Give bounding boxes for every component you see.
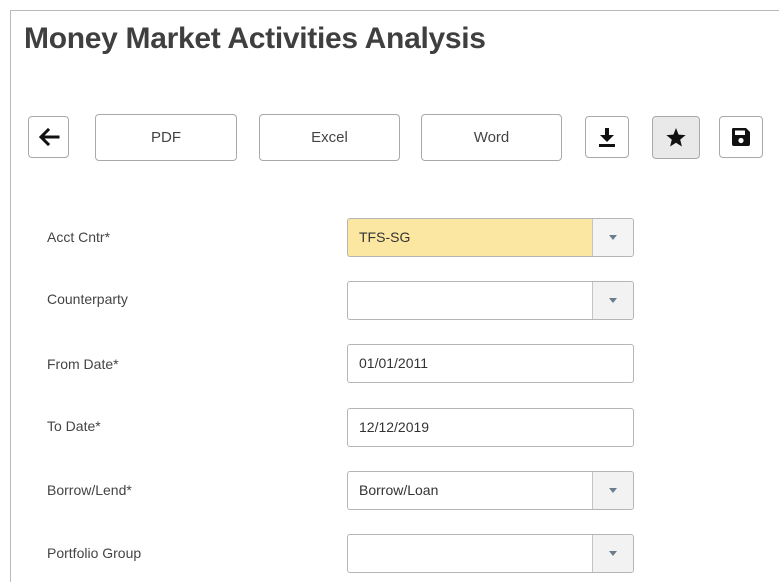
borrow-lend-value: Borrow/Loan <box>359 482 439 498</box>
from-date-field[interactable]: 01/01/2011 <box>347 344 634 383</box>
borrow-lend-label: Borrow/Lend* <box>47 482 132 498</box>
chevron-down-icon <box>609 551 617 556</box>
counterparty-select[interactable] <box>347 281 634 320</box>
star-icon <box>665 127 687 148</box>
chevron-down-icon <box>609 488 617 493</box>
page-title: Money Market Activities Analysis <box>24 22 486 55</box>
counterparty-dropdown-button[interactable] <box>592 282 633 319</box>
chevron-down-icon <box>609 298 617 303</box>
portfolio-group-label: Portfolio Group <box>47 545 142 561</box>
floppy-disk-icon <box>731 127 751 147</box>
from-date-value: 01/01/2011 <box>359 355 429 371</box>
favorite-button[interactable] <box>652 116 700 159</box>
acct-cntr-dropdown-button[interactable] <box>592 219 633 256</box>
excel-button[interactable]: Excel <box>259 114 400 161</box>
chevron-down-icon <box>609 235 617 240</box>
back-button[interactable] <box>28 116 69 158</box>
counterparty-label: Counterparty <box>47 291 128 307</box>
acct-cntr-select[interactable]: TFS-SG <box>347 218 634 257</box>
download-icon <box>598 127 616 147</box>
from-date-label: From Date* <box>47 356 119 372</box>
download-button[interactable] <box>585 116 629 158</box>
save-button[interactable] <box>719 116 763 158</box>
to-date-label: To Date* <box>47 418 101 434</box>
to-date-value: 12/12/2019 <box>359 419 430 435</box>
borrow-lend-select[interactable]: Borrow/Loan <box>347 471 634 510</box>
arrow-left-icon <box>38 128 60 146</box>
borrow-lend-dropdown-button[interactable] <box>592 472 633 509</box>
acct-cntr-value: TFS-SG <box>359 229 411 245</box>
acct-cntr-label: Acct Cntr* <box>47 229 111 245</box>
portfolio-group-select[interactable] <box>347 534 634 573</box>
portfolio-group-dropdown-button[interactable] <box>592 535 633 572</box>
word-button[interactable]: Word <box>421 114 562 161</box>
to-date-field[interactable]: 12/12/2019 <box>347 408 634 447</box>
pdf-button[interactable]: PDF <box>95 114 237 161</box>
